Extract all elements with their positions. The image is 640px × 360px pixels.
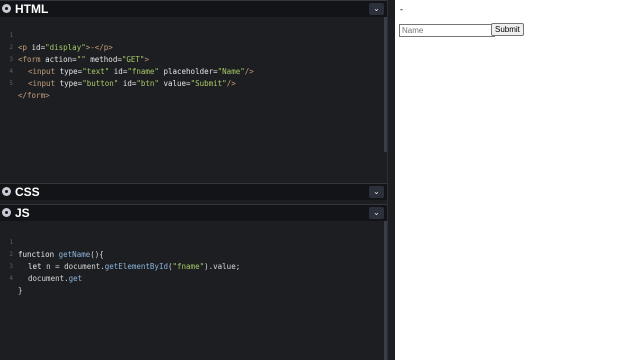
code-token: getElementById bbox=[104, 262, 168, 271]
code-token: "GET" bbox=[121, 55, 145, 64]
code-token: "display" bbox=[45, 43, 86, 52]
display-paragraph: - bbox=[400, 4, 403, 14]
resize-handle[interactable] bbox=[387, 0, 395, 360]
result-preview: - Submit bbox=[395, 0, 640, 360]
code-line: 5 </form> bbox=[0, 66, 49, 100]
code-token: "btn" bbox=[136, 79, 159, 88]
name-input[interactable] bbox=[399, 24, 495, 37]
js-panel-title: JS bbox=[15, 206, 30, 220]
code-token: n = document. bbox=[46, 262, 105, 271]
code-token: "text" bbox=[82, 67, 110, 76]
code-line: 4 } bbox=[0, 261, 27, 295]
code-token: <input bbox=[28, 67, 60, 76]
code-token: id= bbox=[31, 43, 46, 52]
code-token: /> bbox=[226, 79, 236, 88]
code-token: "Submit" bbox=[190, 79, 227, 88]
code-line: 1 function getName(){ bbox=[0, 225, 103, 259]
code-line: 2 <form action="" method="GET"> bbox=[0, 30, 149, 64]
code-token: "Name" bbox=[217, 67, 245, 76]
css-panel-header[interactable]: CSS ⌄ bbox=[0, 183, 387, 200]
code-token: let bbox=[28, 262, 47, 271]
css-panel-title: CSS bbox=[15, 185, 40, 199]
code-token: > bbox=[144, 55, 149, 64]
code-token: "" bbox=[76, 55, 86, 64]
code-token: "fname" bbox=[172, 262, 205, 271]
code-token: document. bbox=[28, 274, 69, 283]
code-token: } bbox=[18, 286, 23, 295]
html-code-editor[interactable]: 1 <p id="display">-</p> 2 <form action="… bbox=[0, 17, 384, 180]
code-token: >-</p> bbox=[85, 43, 113, 52]
code-token: "fname" bbox=[127, 67, 159, 76]
code-line: 3 <input type="text" id="fname" placehol… bbox=[0, 42, 253, 76]
code-line: 1 <p id="display">-</p> bbox=[0, 18, 112, 52]
code-token: (){ bbox=[90, 250, 104, 259]
code-token: placeholder= bbox=[158, 67, 218, 76]
code-line: 2 let n = document.getElementById("fname… bbox=[0, 237, 240, 271]
editor-column: HTML ⌄ 1 <p id="display">-</p> 2 <form a… bbox=[0, 0, 387, 360]
code-token: method= bbox=[85, 55, 122, 64]
js-panel-header[interactable]: JS ⌄ bbox=[0, 204, 387, 221]
chevron-down-icon[interactable]: ⌄ bbox=[369, 207, 384, 219]
code-token: </form> bbox=[18, 91, 50, 100]
code-token: type= bbox=[59, 79, 83, 88]
code-token: action= bbox=[45, 55, 77, 64]
code-token: id= bbox=[118, 79, 137, 88]
code-token: <input bbox=[28, 79, 60, 88]
line-number: 5 bbox=[9, 80, 13, 87]
gear-icon[interactable] bbox=[2, 4, 11, 13]
chevron-down-icon[interactable]: ⌄ bbox=[369, 186, 384, 198]
submit-button[interactable]: Submit bbox=[491, 23, 524, 36]
code-token: get bbox=[68, 274, 83, 283]
html-panel-title: HTML bbox=[15, 2, 49, 16]
gear-icon[interactable] bbox=[2, 208, 11, 217]
code-token: "button" bbox=[82, 79, 119, 88]
code-line: 3 document.get bbox=[0, 249, 82, 283]
code-token: type= bbox=[59, 67, 83, 76]
line-number: 4 bbox=[9, 275, 13, 282]
code-token: value= bbox=[158, 79, 191, 88]
js-code-editor[interactable]: 1 function getName(){ 2 let n = document… bbox=[0, 221, 384, 360]
code-token: /> bbox=[244, 67, 254, 76]
code-token: getName bbox=[58, 250, 91, 259]
code-token: id= bbox=[109, 67, 128, 76]
gear-icon[interactable] bbox=[2, 187, 11, 196]
code-token: ).value; bbox=[204, 262, 241, 271]
code-line: 4 <input type="button" id="btn" value="S… bbox=[0, 54, 235, 88]
chevron-down-icon[interactable]: ⌄ bbox=[369, 3, 384, 15]
html-panel-header[interactable]: HTML ⌄ bbox=[0, 0, 387, 17]
